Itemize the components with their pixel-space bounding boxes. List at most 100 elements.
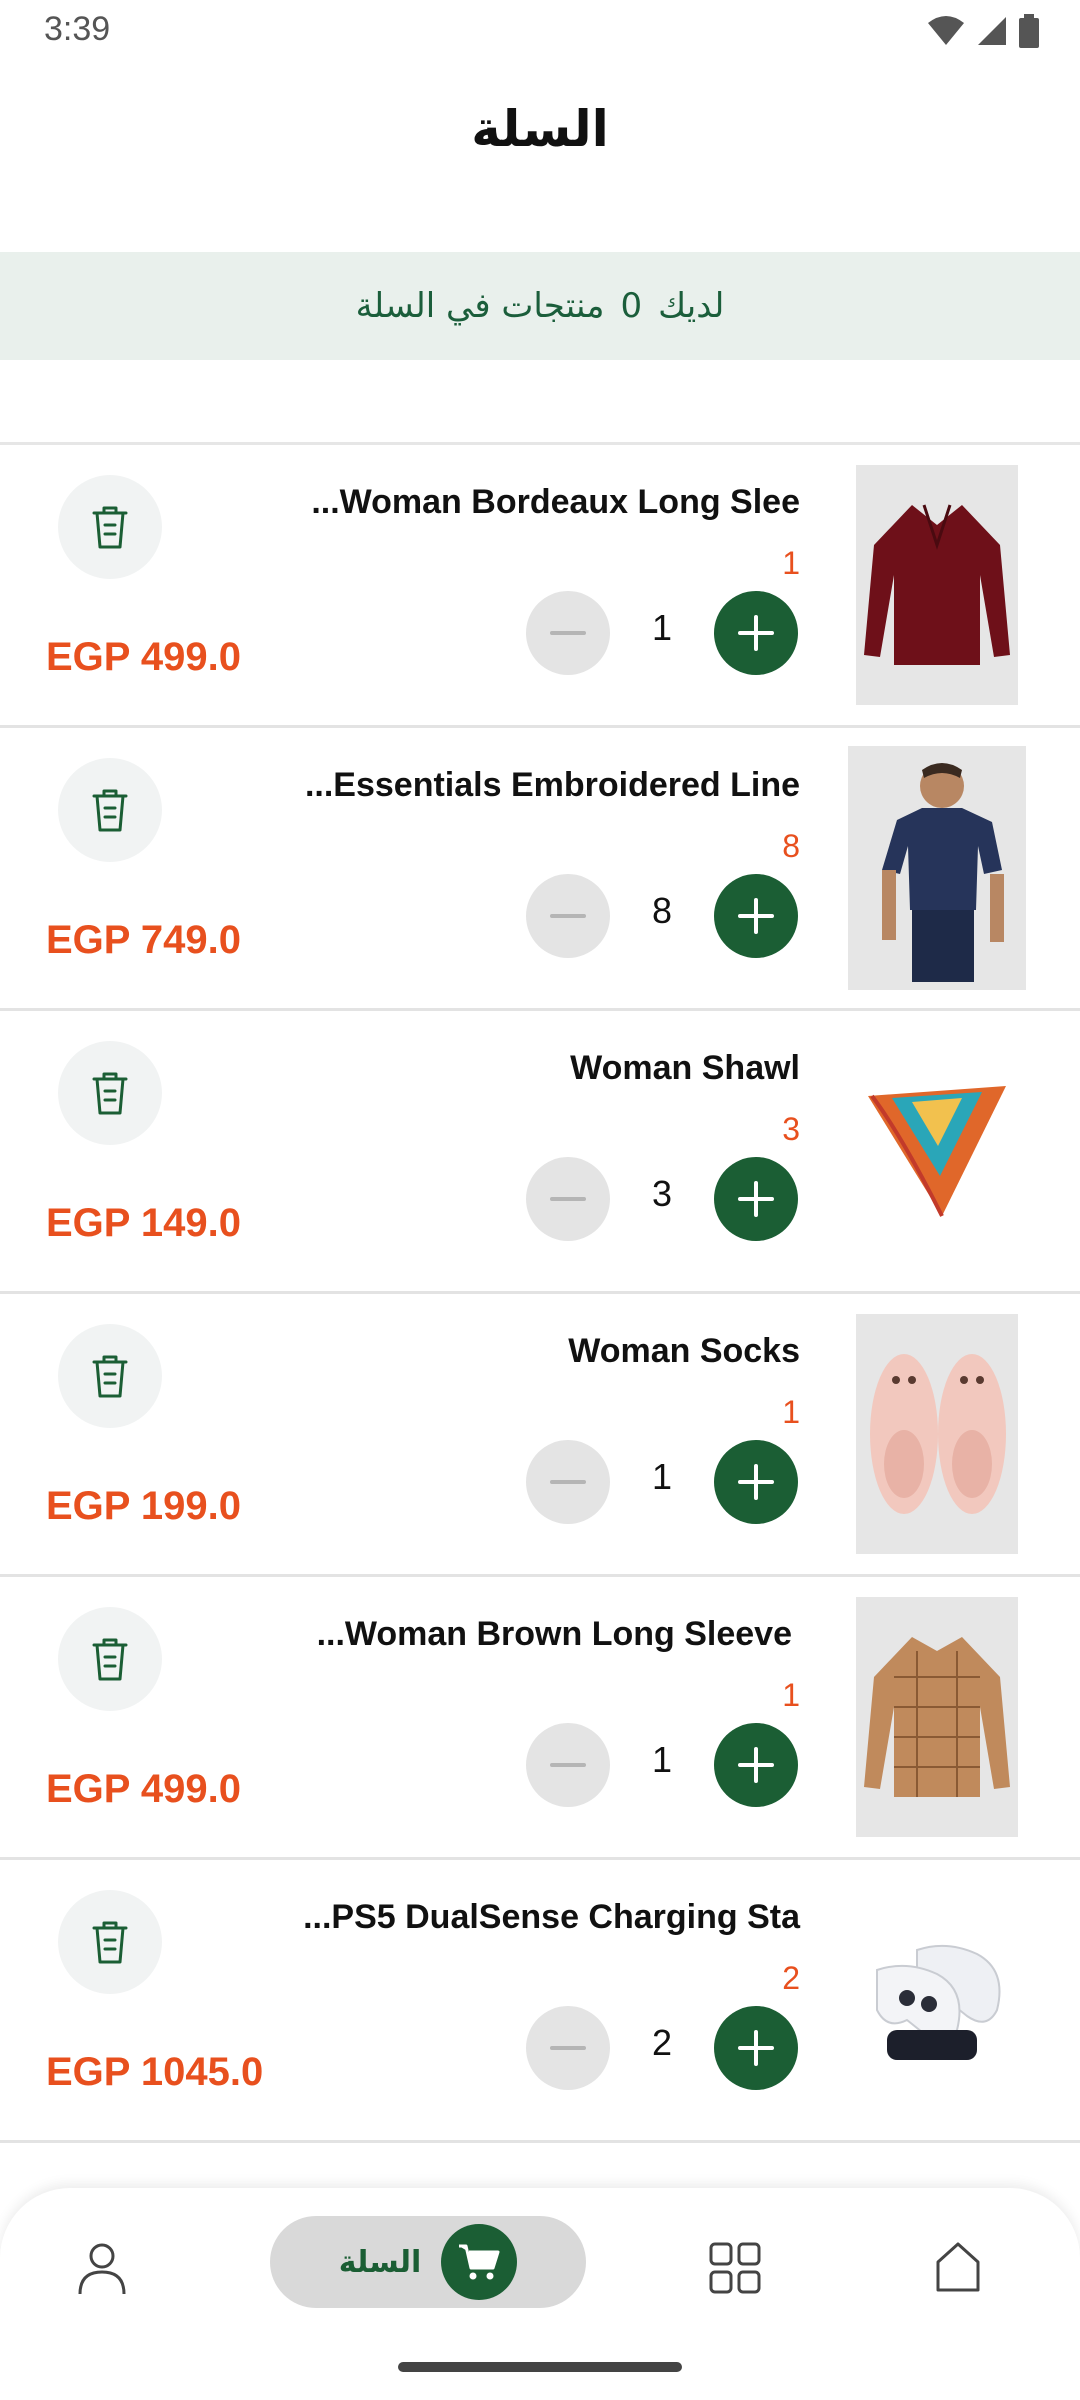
plus-icon: [738, 2030, 774, 2066]
nav-profile-button[interactable]: [72, 2238, 132, 2298]
delete-item-button[interactable]: [58, 1607, 162, 1711]
wifi-icon: [928, 16, 964, 45]
item-quantity-label: 1: [782, 1394, 800, 1430]
product-image[interactable]: [856, 465, 1018, 705]
cart-icon: [459, 2244, 500, 2280]
nav-cart-icon-container: [441, 2224, 518, 2300]
trash-icon: [92, 789, 128, 832]
trash-icon: [92, 506, 128, 549]
item-name: ...Woman Bordeaux Long Slee: [311, 483, 800, 521]
status-time: 3:39: [44, 10, 111, 48]
signal-icon: [978, 17, 1006, 45]
item-quantity-label: 1: [782, 1677, 800, 1713]
nav-home-button[interactable]: [928, 2236, 988, 2296]
decrease-quantity-button[interactable]: [526, 1157, 610, 1241]
decrease-quantity-button[interactable]: [526, 1723, 610, 1807]
item-price: EGP 499.0: [46, 635, 241, 679]
plaid-shirt-image: [864, 1637, 1010, 1797]
minus-icon: [550, 1763, 586, 1767]
product-image[interactable]: [856, 1597, 1018, 1837]
increase-quantity-button[interactable]: [714, 2006, 798, 2090]
banner-suffix: منتجات في السلة: [355, 286, 605, 326]
decrease-quantity-button[interactable]: [526, 1440, 610, 1524]
item-quantity: 1: [651, 607, 673, 648]
delete-item-button[interactable]: [58, 1041, 162, 1145]
trash-icon: [92, 1921, 128, 1964]
status-bar: 3:39: [0, 0, 1080, 60]
item-name: Woman Shawl: [570, 1049, 800, 1087]
shirt-image: [864, 504, 1010, 665]
trash-icon: [92, 1072, 128, 1115]
tshirt-model-image: [882, 763, 1004, 982]
nav-cart-tab[interactable]: السلة: [270, 2216, 586, 2308]
item-price: EGP 149.0: [46, 1201, 241, 1245]
plus-icon: [738, 1181, 774, 1217]
shawl-image: [868, 1086, 1006, 1217]
banner-prefix: لديك: [658, 286, 725, 326]
increase-quantity-button[interactable]: [714, 591, 798, 675]
cart-count-banner: لديك 0 منتجات في السلة: [0, 252, 1080, 360]
cart-item: ...PS5 DualSense Charging Sta 2 EGP 1045…: [0, 1860, 1080, 2143]
trash-icon: [92, 1355, 128, 1398]
item-quantity: 1: [651, 1456, 673, 1497]
nav-cart-label: السلة: [338, 2244, 422, 2280]
minus-icon: [550, 631, 586, 635]
cart-list: ...Woman Bordeaux Long Slee 1 EGP 499.0 …: [0, 445, 1080, 2143]
item-name: ...PS5 DualSense Charging Sta: [303, 1898, 800, 1936]
minus-icon: [550, 914, 586, 918]
item-quantity: 2: [651, 2022, 673, 2063]
increase-quantity-button[interactable]: [714, 1157, 798, 1241]
item-price: EGP 749.0: [46, 918, 241, 962]
status-icons: [926, 14, 1040, 48]
decrease-quantity-button[interactable]: [526, 874, 610, 958]
item-name: ...Woman Brown Long Sleeve: [316, 1615, 792, 1653]
plus-icon: [738, 615, 774, 651]
increase-quantity-button[interactable]: [714, 1440, 798, 1524]
minus-icon: [550, 1480, 586, 1484]
minus-icon: [550, 2046, 586, 2050]
item-price: EGP 499.0: [46, 1767, 241, 1811]
battery-icon: [1019, 14, 1039, 48]
cart-item: Woman Shawl 3 EGP 149.0 3: [0, 1011, 1080, 1294]
banner-count: 0: [620, 286, 643, 326]
item-quantity-label: 1: [782, 545, 800, 581]
increase-quantity-button[interactable]: [714, 874, 798, 958]
product-image[interactable]: [856, 1880, 1018, 2120]
charging-station-image: [876, 1944, 1001, 2060]
item-quantity: 1: [651, 1739, 673, 1780]
product-image[interactable]: [856, 1031, 1018, 1271]
item-quantity-label: 3: [782, 1111, 800, 1147]
decrease-quantity-button[interactable]: [526, 2006, 610, 2090]
delete-item-button[interactable]: [58, 1324, 162, 1428]
page-title: السلة: [471, 100, 609, 158]
home-icon: [936, 2242, 980, 2292]
product-image[interactable]: [856, 1314, 1018, 1554]
item-quantity-label: 2: [782, 1960, 800, 1996]
profile-icon: [78, 2243, 126, 2295]
home-indicator: [398, 2362, 682, 2372]
item-quantity-label: 8: [782, 828, 800, 864]
increase-quantity-button[interactable]: [714, 1723, 798, 1807]
delete-item-button[interactable]: [58, 758, 162, 862]
nav-categories-button[interactable]: [705, 2238, 765, 2298]
item-price: EGP 199.0: [46, 1484, 241, 1528]
socks-image: [870, 1354, 1006, 1514]
product-image[interactable]: [848, 746, 1026, 990]
cart-item: ...Essentials Embroidered Line 8 EGP 749…: [0, 728, 1080, 1011]
plus-icon: [738, 1464, 774, 1500]
decrease-quantity-button[interactable]: [526, 591, 610, 675]
minus-icon: [550, 1197, 586, 1201]
item-name: Woman Socks: [568, 1332, 800, 1370]
plus-icon: [738, 898, 774, 934]
item-quantity: 3: [651, 1173, 673, 1214]
cart-item: ...Woman Bordeaux Long Slee 1 EGP 499.0 …: [0, 445, 1080, 728]
cart-item: Woman Socks 1 EGP 199.0 1: [0, 1294, 1080, 1577]
delete-item-button[interactable]: [58, 475, 162, 579]
trash-icon: [92, 1638, 128, 1681]
grid-icon: [709, 2242, 761, 2294]
cart-item: ...Woman Brown Long Sleeve 1 EGP 499.0 1: [0, 1577, 1080, 1860]
item-price: EGP 1045.0: [46, 2050, 264, 2094]
item-name: ...Essentials Embroidered Line: [304, 766, 800, 804]
delete-item-button[interactable]: [58, 1890, 162, 1994]
plus-icon: [738, 1747, 774, 1783]
